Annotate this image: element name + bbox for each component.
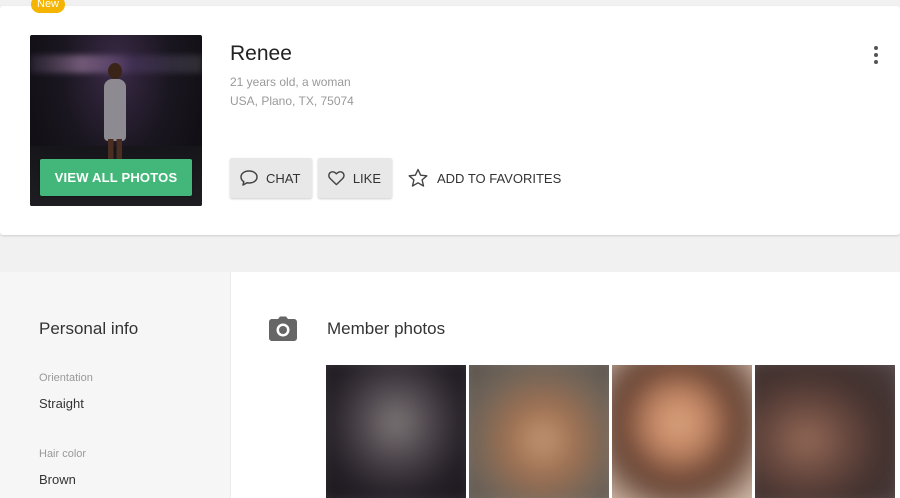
photo-thumbnail[interactable] — [612, 365, 752, 498]
member-photos-title: Member photos — [327, 319, 446, 338]
profile-card: VIEW ALL PHOTOS Renee 21 years old, a wo… — [0, 6, 900, 235]
chat-button-label: CHAT — [266, 170, 301, 186]
member-photos-panel: Member photos — [231, 272, 900, 498]
star-icon — [408, 168, 428, 187]
personal-info-title: Personal info — [39, 319, 139, 338]
orientation-label: Orientation — [39, 372, 93, 384]
view-all-photos-button[interactable]: VIEW ALL PHOTOS — [40, 159, 192, 196]
photo-thumbnail[interactable] — [755, 365, 895, 498]
personal-info-panel: Personal info Orientation Straight Hair … — [0, 272, 231, 498]
profile-location: USA, Plano, TX, 75074 — [230, 94, 354, 108]
heart-icon — [328, 171, 345, 186]
like-button-label: LIKE — [352, 170, 381, 186]
profile-age-gender: 21 years old, a woman — [230, 75, 351, 89]
profile-details-section: Personal info Orientation Straight Hair … — [0, 272, 900, 498]
new-badge: New — [31, 0, 66, 13]
orientation-value: Straight — [39, 396, 84, 411]
profile-name: Renee — [230, 42, 292, 65]
add-to-favorites-label: ADD TO FAVORITES — [437, 170, 562, 186]
member-photos-gallery — [326, 365, 895, 498]
like-button[interactable]: LIKE — [318, 158, 392, 198]
chat-button[interactable]: CHAT — [230, 158, 312, 198]
hair-color-label: Hair color — [39, 448, 87, 460]
photo-thumbnail[interactable] — [326, 365, 466, 498]
hair-color-value: Brown — [39, 472, 76, 487]
chat-bubble-icon — [240, 170, 258, 186]
photo-thumbnail[interactable] — [469, 365, 609, 498]
add-to-favorites-link[interactable]: ADD TO FAVORITES — [407, 158, 561, 198]
camera-icon — [269, 316, 297, 341]
more-vertical-icon[interactable] — [870, 44, 882, 66]
